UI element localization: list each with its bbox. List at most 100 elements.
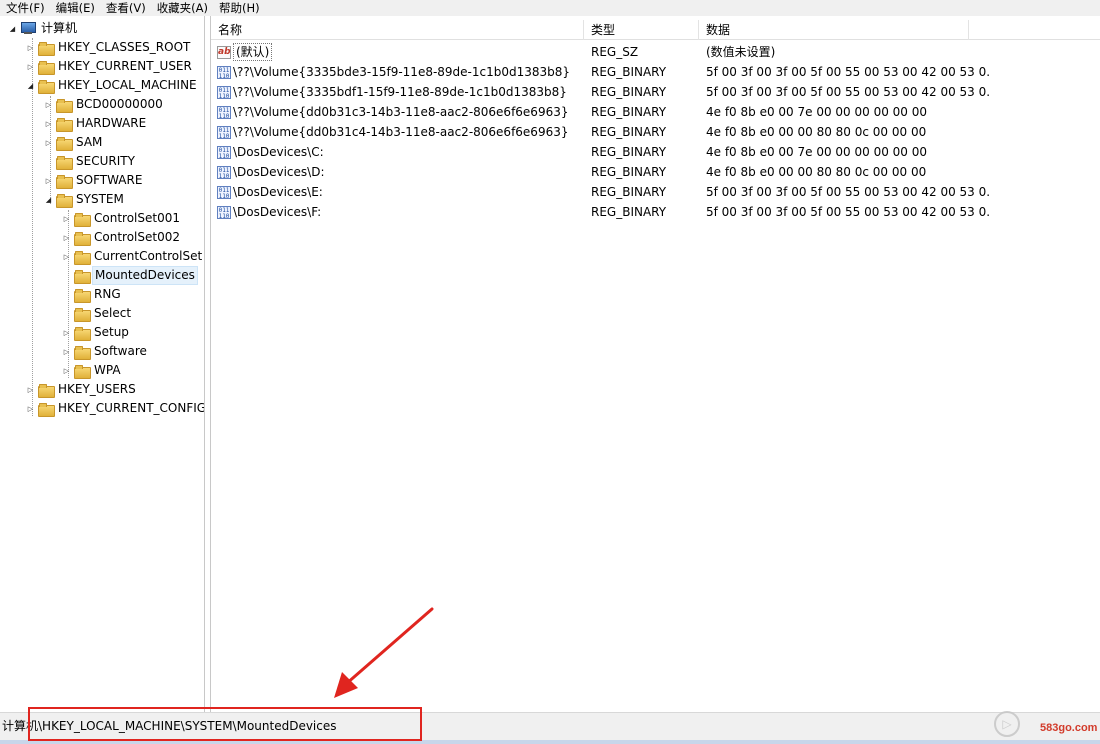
value-row[interactable]: 011 110 \DosDevices\D: REG_BINARY 4e f0 8b… <box>211 162 1100 182</box>
menu-help[interactable]: 帮助(H) <box>213 0 265 16</box>
tree-item-software[interactable]: ▷ SOFTWARE <box>44 171 144 190</box>
tree-item-currentcontrolset[interactable]: ▷ CurrentControlSet <box>62 247 204 266</box>
tree-item-label: HARDWARE <box>76 116 147 130</box>
tree-item-label: SECURITY <box>76 154 135 168</box>
value-type: REG_BINARY <box>591 165 667 179</box>
binary-value-icon: 011 110 <box>217 65 231 79</box>
value-row[interactable]: 011 110 \DosDevices\E: REG_BINARY 5f 00 3f… <box>211 182 1100 202</box>
watermark-logo-icon: ▷ <box>994 711 1020 737</box>
expand-arrow-icon[interactable]: ▷ <box>62 209 71 228</box>
expand-arrow-icon[interactable]: ▷ <box>26 57 35 76</box>
tree-item-hardware[interactable]: ▷ HARDWARE <box>44 114 148 133</box>
tree-item-hkey-current-user[interactable]: ▷ HKEY_CURRENT_USER <box>26 57 194 76</box>
value-type: REG_BINARY <box>591 125 667 139</box>
expand-arrow-icon[interactable]: ▷ <box>44 133 53 152</box>
tree-item-hkey-users[interactable]: ▷ HKEY_USERS <box>26 380 138 399</box>
value-row[interactable]: 011 110 \??\Volume{dd0b31c3-14b3-11e8-aac2… <box>211 102 1100 122</box>
tree-item-hkey-classes-root[interactable]: ▷ HKEY_CLASSES_ROOT <box>26 38 192 57</box>
tree-item-label: RNG <box>94 287 121 301</box>
menu-bar: 文件(F) 编辑(E) 查看(V) 收藏夹(A) 帮助(H) <box>0 0 1100 16</box>
folder-icon <box>74 212 91 227</box>
expand-arrow-icon[interactable]: ▷ <box>26 38 35 57</box>
no-expander <box>44 152 53 171</box>
value-row[interactable]: 011 110 \??\Volume{3335bde3-15f9-11e8-89de… <box>211 62 1100 82</box>
folder-icon <box>38 41 55 56</box>
expand-arrow-icon[interactable]: ▷ <box>62 228 71 247</box>
value-type: REG_SZ <box>591 45 639 59</box>
expand-arrow-icon[interactable]: ▷ <box>26 380 35 399</box>
tree-item-label: SOFTWARE <box>76 173 143 187</box>
value-data: 5f 00 3f 00 3f 00 5f 00 55 00 53 00 42 0… <box>706 205 989 219</box>
value-row[interactable]: ab (默认) REG_SZ (数值未设置) <box>211 42 1100 62</box>
folder-open-icon <box>56 193 73 208</box>
folder-icon <box>74 269 91 284</box>
tree-item-wpa[interactable]: ▷ WPA <box>62 361 123 380</box>
value-type: REG_BINARY <box>591 145 667 159</box>
folder-icon <box>74 288 91 303</box>
tree-item-computer[interactable]: ◢ 计算机 <box>8 19 79 38</box>
expand-arrow-icon[interactable]: ▷ <box>62 323 71 342</box>
folder-icon <box>74 364 91 379</box>
list-header: 名称 类型 数据 <box>211 20 1100 40</box>
column-header-type[interactable]: 类型 <box>584 20 699 40</box>
tree-item-label: BCD00000000 <box>76 97 163 111</box>
expand-arrow-icon[interactable]: ▷ <box>62 342 71 361</box>
registry-tree[interactable]: ◢ 计算机 ▷ HKEY_CLASSES_ROOT ▷ HKEY_CURRENT… <box>0 16 205 712</box>
tree-item-rng[interactable]: RNG <box>62 285 123 304</box>
tree-item-system[interactable]: ◢ SYSTEM <box>44 190 126 209</box>
value-row[interactable]: 011 110 \??\Volume{3335bdf1-15f9-11e8-89de… <box>211 82 1100 102</box>
computer-icon <box>20 22 36 35</box>
tree-item-label: HKEY_CURRENT_USER <box>58 59 192 73</box>
tree-item-bcd[interactable]: ▷ BCD00000000 <box>44 95 165 114</box>
value-row[interactable]: 011 110 \DosDevices\C: REG_BINARY 4e f0 8b… <box>211 142 1100 162</box>
tree-item-sam[interactable]: ▷ SAM <box>44 133 104 152</box>
column-header-data[interactable]: 数据 <box>699 20 969 40</box>
collapse-arrow-icon[interactable]: ◢ <box>44 190 53 209</box>
value-data: 5f 00 3f 00 3f 00 5f 00 55 00 53 00 42 0… <box>706 65 989 79</box>
value-name: \DosDevices\F: <box>233 205 322 219</box>
expand-arrow-icon[interactable]: ▷ <box>62 247 71 266</box>
menu-view[interactable]: 查看(V) <box>100 0 151 16</box>
tree-item-label: SAM <box>76 135 103 149</box>
collapse-arrow-icon[interactable]: ◢ <box>8 19 17 38</box>
expand-arrow-icon[interactable]: ▷ <box>44 171 53 190</box>
value-name: \??\Volume{dd0b31c3-14b3-11e8-aac2-806e6… <box>233 105 569 119</box>
menu-edit[interactable]: 编辑(E) <box>50 0 100 16</box>
tree-item-software-sub[interactable]: ▷ Software <box>62 342 149 361</box>
collapse-arrow-icon[interactable]: ◢ <box>26 76 35 95</box>
folder-icon <box>56 174 73 189</box>
tree-item-setup[interactable]: ▷ Setup <box>62 323 131 342</box>
folder-icon <box>74 326 91 341</box>
tree-item-hkey-current-config[interactable]: ▷ HKEY_CURRENT_CONFIG <box>26 399 204 418</box>
expand-arrow-icon[interactable]: ▷ <box>26 399 35 418</box>
annotation-highlight-box <box>28 707 422 741</box>
tree-item-mounteddevices[interactable]: MountedDevices <box>62 266 198 285</box>
tree-item-label: Software <box>94 344 147 358</box>
menu-favorites[interactable]: 收藏夹(A) <box>151 0 213 16</box>
tree-item-select[interactable]: Select <box>62 304 133 323</box>
expand-arrow-icon[interactable]: ▷ <box>44 95 53 114</box>
value-name: \DosDevices\D: <box>233 165 325 179</box>
value-data: 5f 00 3f 00 3f 00 5f 00 55 00 53 00 42 0… <box>706 85 989 99</box>
value-row[interactable]: 011 110 \DosDevices\F: REG_BINARY 5f 00 3f… <box>211 202 1100 222</box>
tree-item-security[interactable]: SECURITY <box>44 152 137 171</box>
binary-value-icon: 011 110 <box>217 205 231 219</box>
value-data: 4e f0 8b e0 00 00 80 80 0c 00 00 00 <box>706 125 927 139</box>
value-type: REG_BINARY <box>591 185 667 199</box>
value-row[interactable]: 011 110 \??\Volume{dd0b31c4-14b3-11e8-aac2… <box>211 122 1100 142</box>
binary-value-icon: 011 110 <box>217 185 231 199</box>
column-header-name[interactable]: 名称 <box>211 20 584 40</box>
expand-arrow-icon[interactable]: ▷ <box>62 361 71 380</box>
tree-item-hkey-local-machine[interactable]: ◢ HKEY_LOCAL_MACHINE <box>26 76 199 95</box>
annotation-arrow-icon <box>334 607 434 698</box>
tree-item-controlset002[interactable]: ▷ ControlSet002 <box>62 228 182 247</box>
tree-item-controlset001[interactable]: ▷ ControlSet001 <box>62 209 182 228</box>
string-value-icon: ab <box>217 45 231 59</box>
folder-icon <box>38 60 55 75</box>
menu-file[interactable]: 文件(F) <box>0 0 50 16</box>
folder-open-icon <box>38 79 55 94</box>
folder-icon <box>56 98 73 113</box>
value-name: \??\Volume{3335bde3-15f9-11e8-89de-1c1b0… <box>233 65 571 79</box>
expand-arrow-icon[interactable]: ▷ <box>44 114 53 133</box>
tree-item-label: HKEY_LOCAL_MACHINE <box>58 78 197 92</box>
